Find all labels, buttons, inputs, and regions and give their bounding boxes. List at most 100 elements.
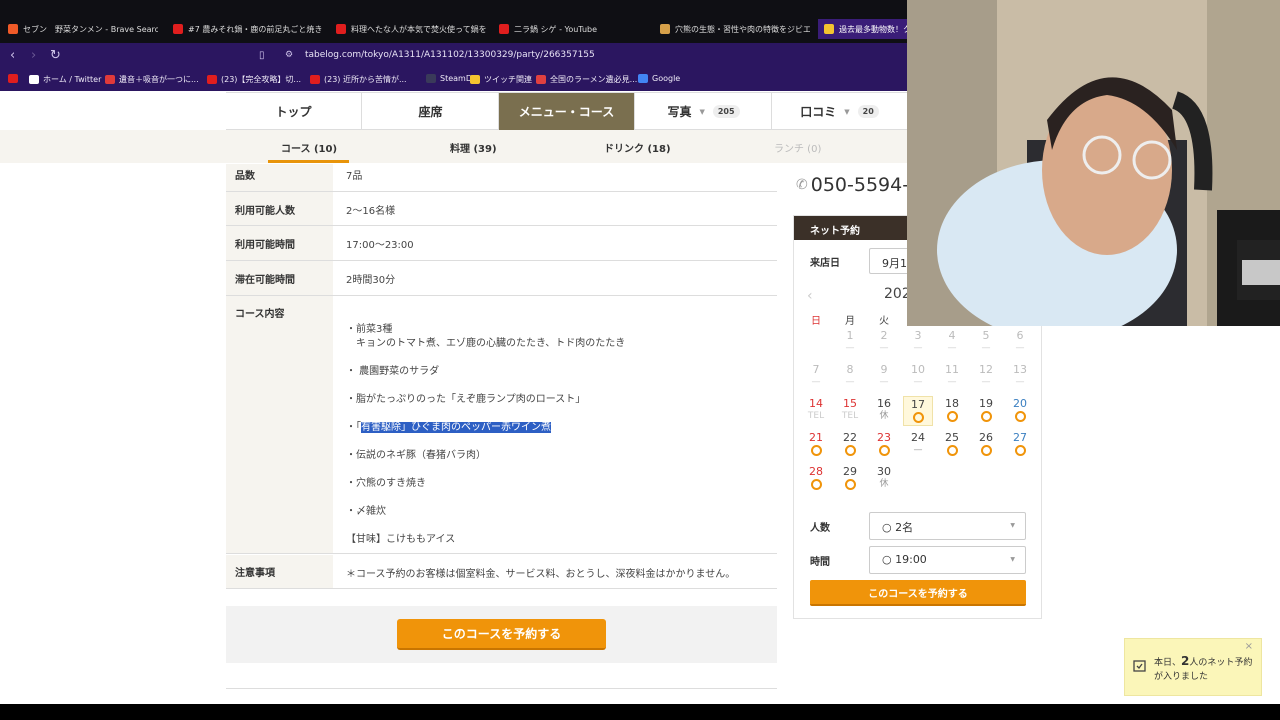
calendar-day: 13—	[1005, 362, 1035, 392]
calendar-day[interactable]: 18	[937, 396, 967, 426]
calendar-day: 15 TEL	[835, 396, 865, 426]
unavailable-mark: —	[981, 343, 991, 353]
bookmark-item[interactable]: 全国のラーメン遺必見...	[536, 74, 637, 85]
highlight-prefix: ・「	[346, 422, 361, 433]
bookmark-item[interactable]: (23) 近所から苦情が...	[310, 74, 407, 85]
bookmark-icon	[426, 74, 436, 83]
calendar-day[interactable]: 20	[1005, 396, 1035, 426]
subtab[interactable]: ドリンク (18)	[604, 140, 671, 155]
subtab[interactable]: コース (10)	[281, 140, 337, 155]
time-value-text: 19:00	[895, 553, 927, 566]
selected-text[interactable]: 有害駆除」ひぐま肉のペッパー赤ワイン煮	[361, 422, 551, 433]
day-number: 1	[846, 329, 854, 342]
forward-icon[interactable]: ›	[31, 48, 36, 63]
count-badge: 20	[857, 105, 879, 118]
tab-favicon	[173, 24, 183, 34]
calendar-day[interactable]: 26	[971, 430, 1001, 460]
bookmark-item[interactable]: ホーム / Twitter	[29, 74, 101, 85]
calendar-day[interactable]: 19	[971, 396, 1001, 426]
browser-tab[interactable]: 穴熊の生態・習性や肉の特徴をジビエ	[660, 19, 810, 39]
url-text[interactable]: tabelog.com/tokyo/A1311/A131102/13300329…	[305, 50, 595, 60]
bookmark-item[interactable]: Google	[638, 74, 680, 83]
time-select[interactable]: ○ 19:00 ▼	[869, 546, 1026, 574]
course-item: ・ 農園野菜のサラダ	[346, 366, 440, 377]
reserve-course-button[interactable]: このコースを予約する	[397, 619, 606, 650]
available-icon	[946, 445, 958, 456]
unavailable-mark: —	[811, 377, 821, 387]
bookmark-icon[interactable]: ▯	[259, 50, 265, 61]
bookmark-label: (23)【完全攻略】切...	[221, 75, 302, 84]
unavailable-mark: —	[913, 343, 923, 353]
calendar-day[interactable]: 29	[835, 464, 865, 494]
course-item: ・脂がたっぷりのった「えぞ鹿ランプ肉のロースト」	[346, 394, 586, 405]
phone-number[interactable]: ✆ 050-5594-	[796, 174, 907, 196]
day-number: 24	[911, 431, 925, 444]
bookmark-item[interactable]: (23)【完全攻略】切...	[207, 74, 301, 85]
day-number: 29	[843, 465, 857, 478]
people-select[interactable]: ○ 2名 ▼	[869, 512, 1026, 540]
tab-title: 料理へたな人が本気で焚火使って鍋を作	[351, 24, 486, 34]
subtab[interactable]: 料理 (39)	[450, 140, 497, 155]
reload-icon[interactable]: ↻	[50, 48, 61, 63]
browser-tab[interactable]: 過去最多動物数！ク	[818, 19, 907, 39]
day-number: 11	[945, 363, 959, 376]
browser-tab[interactable]: #7 農みそれ鍋・鹿の前足丸ごと焼き・レ	[173, 19, 323, 39]
day-number: 19	[979, 397, 993, 410]
row-value: 2〜16名様	[346, 206, 396, 217]
day-number: 23	[877, 431, 891, 444]
unavailable-mark: —	[913, 445, 923, 455]
calendar-day: 3—	[903, 328, 933, 358]
calendar-day[interactable]: 22	[835, 430, 865, 460]
browser-tab[interactable]: 二ラ鍋 シゲ - YouTube	[499, 19, 649, 39]
calendar-day: 8—	[835, 362, 865, 392]
day-number: 22	[843, 431, 857, 444]
bookmark-item[interactable]: 遺音＋吸音が一つに...	[105, 74, 199, 85]
nav-tab[interactable]: 口コミ ▼ 20	[772, 93, 907, 130]
bookmark-item[interactable]	[8, 74, 22, 83]
nav-tab-label: トップ	[275, 105, 312, 119]
calendar-prev-icon[interactable]: ‹	[807, 288, 813, 304]
calendar-day[interactable]: 23	[869, 430, 899, 460]
tab-favicon	[8, 24, 18, 34]
day-number: 12	[979, 363, 993, 376]
row-header: 滞在可能時間	[226, 261, 333, 295]
nav-tab[interactable]: 座席	[363, 93, 499, 130]
calendar-day: 2—	[869, 328, 899, 358]
back-icon[interactable]: ‹	[10, 48, 15, 63]
main-nav: トップ 座席 メニュー・コース 写真 ▼ 205 口コミ ▼ 20	[226, 92, 907, 130]
calendar-day[interactable]: 21	[801, 430, 831, 460]
day-number: 18	[945, 397, 959, 410]
row-label: 滞在可能時間	[235, 275, 295, 286]
course-item: ・伝説のネギ豚（春猪バラ肉）	[346, 450, 486, 461]
bookmark-icon	[536, 75, 546, 84]
calendar-day[interactable]: 17	[903, 396, 933, 426]
toast-message: 本日、2人のネット予約が入りました	[1154, 654, 1258, 684]
webcam-image	[907, 0, 1280, 326]
calendar-day[interactable]: 25	[937, 430, 967, 460]
day-number: 9	[880, 363, 888, 376]
site-info-icon[interactable]: ⚙	[285, 50, 293, 60]
calendar-day[interactable]: 28	[801, 464, 831, 494]
bookmark-item[interactable]: ツイッチ関連	[470, 74, 532, 85]
course-item: ・〆雑炊	[346, 506, 386, 517]
nav-tab[interactable]: トップ	[226, 93, 362, 130]
tab-title: セブン 野菜タンメン - Brave Search	[23, 24, 158, 34]
visit-date-label: 来店日	[810, 258, 840, 269]
unavailable-mark: —	[1015, 343, 1025, 353]
unavailable-mark: —	[879, 343, 889, 353]
calendar-day[interactable]: 27	[1005, 430, 1035, 460]
available-icon	[878, 445, 890, 456]
reserve-course-small-button[interactable]: このコースを予約する	[810, 580, 1026, 606]
people-value: ○ 2名	[882, 521, 914, 534]
close-icon[interactable]: ×	[1245, 641, 1253, 652]
calendar-day: 6—	[1005, 328, 1035, 358]
browser-tab[interactable]: セブン 野菜タンメン - Brave Search	[8, 19, 158, 39]
browser-tab[interactable]: 料理へたな人が本気で焚火使って鍋を作	[336, 19, 486, 39]
net-reservation-title: ネット予約	[810, 226, 860, 237]
day-status: TEL	[841, 411, 859, 421]
nav-tab[interactable]: 写真 ▼ 205	[636, 93, 772, 130]
unavailable-mark: —	[845, 343, 855, 353]
nav-tab[interactable]: メニュー・コース	[499, 93, 635, 130]
notes-value: ＊コース予約のお客様は個室料金、サービス料、おとうし、深夜料金はかかりません。	[346, 569, 736, 580]
bookmark-label: 全国のラーメン遺必見...	[550, 75, 638, 84]
